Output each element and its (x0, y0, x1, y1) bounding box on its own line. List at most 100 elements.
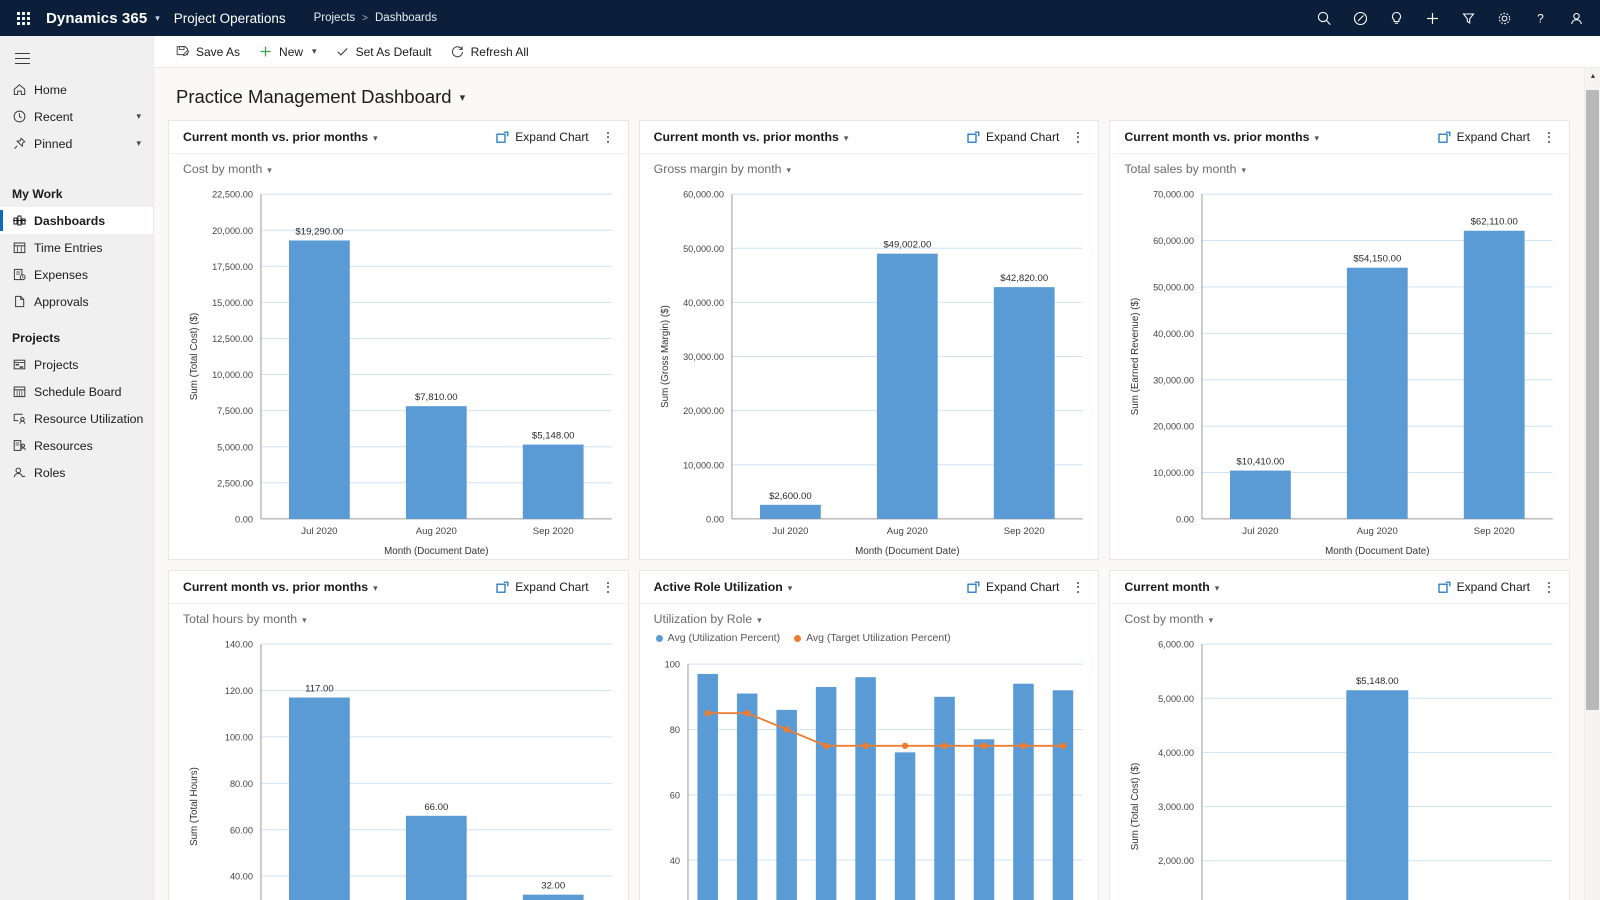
chart-point[interactable] (822, 742, 829, 750)
expand-chart-button[interactable]: Expand Chart (491, 577, 593, 597)
chevron-down-icon[interactable]: ▾ (1215, 583, 1220, 593)
expand-chart-button[interactable]: Expand Chart (962, 127, 1064, 147)
chart-bar[interactable] (933, 696, 955, 900)
chart-view-selector[interactable]: Total hours by month ▾ (183, 612, 618, 630)
chart-point[interactable] (980, 742, 987, 750)
more-commands-button[interactable] (598, 576, 618, 598)
chart-bar[interactable] (776, 709, 797, 900)
chart-bar[interactable] (1347, 267, 1409, 519)
chart-bar[interactable] (876, 253, 938, 519)
chart-bar[interactable] (405, 406, 467, 519)
sidebar-item-home[interactable]: Home (0, 76, 153, 103)
legend-item[interactable]: Avg (Utilization Percent) (655, 632, 780, 644)
chart-view-selector[interactable]: Cost by month ▾ (1124, 612, 1559, 630)
chart-view-selector[interactable]: Gross margin by month ▾ (654, 162, 1089, 180)
expand-chart-button[interactable]: Expand Chart (1433, 127, 1535, 147)
chart-card-title[interactable]: Current month vs. prior months ▾ (1124, 130, 1319, 144)
chart-view-selector[interactable]: Cost by month ▾ (183, 162, 618, 180)
more-commands-button[interactable] (1068, 126, 1088, 148)
save-as-button[interactable]: Save As (166, 37, 249, 67)
expand-chart-button[interactable]: Expand Chart (1433, 577, 1535, 597)
chart-point[interactable] (1019, 742, 1027, 750)
sidebar-item-pinned[interactable]: Pinned ▾ (0, 130, 153, 157)
chart-view-selector[interactable]: Utilization by Role ▾ (654, 612, 1089, 630)
chevron-down-icon[interactable]: ▾ (788, 583, 793, 593)
chart-bar[interactable] (894, 752, 915, 900)
legend-item[interactable]: Avg (Target Utilization Percent) (794, 632, 951, 644)
chart-view-selector[interactable]: Total sales by month ▾ (1124, 162, 1559, 180)
relevance-search-icon[interactable] (1342, 0, 1378, 36)
chart-bar[interactable] (1464, 230, 1525, 519)
chart-card-title[interactable]: Active Role Utilization ▾ (654, 580, 793, 594)
app-launcher-button[interactable] (0, 0, 46, 36)
brand-title[interactable]: Dynamics 365 (46, 10, 153, 27)
lightbulb-icon[interactable] (1378, 0, 1414, 36)
chart-bar[interactable] (288, 240, 350, 519)
expand-chart-button[interactable]: Expand Chart (491, 127, 593, 147)
sidebar-item-resource-utilization[interactable]: Resource Utilization (0, 405, 153, 432)
breadcrumb-item-projects[interactable]: Projects (314, 12, 356, 24)
chart-bar[interactable] (973, 739, 994, 900)
chart-point[interactable] (862, 742, 869, 750)
chevron-down-icon[interactable]: ▾ (136, 138, 141, 149)
sidebar-item-recent[interactable]: Recent ▾ (0, 103, 153, 130)
chevron-down-icon[interactable]: ▾ (153, 13, 174, 24)
scroll-up-arrow-icon[interactable]: ▲ (1585, 68, 1600, 84)
chevron-down-icon[interactable]: ▾ (844, 133, 849, 143)
chevron-down-icon[interactable]: ▾ (1241, 165, 1246, 175)
more-commands-button[interactable] (598, 126, 618, 148)
chart-card-title[interactable]: Current month vs. prior months ▾ (183, 580, 378, 594)
chevron-down-icon[interactable]: ▾ (312, 46, 317, 57)
chart-bar[interactable] (1052, 690, 1073, 900)
breadcrumb-item-dashboards[interactable]: Dashboards (375, 12, 437, 24)
chart-card-title[interactable]: Current month ▾ (1124, 580, 1219, 594)
chevron-down-icon[interactable]: ▾ (136, 111, 141, 122)
account-icon[interactable] (1558, 0, 1594, 36)
sidebar-item-projects[interactable]: Projects (0, 351, 153, 378)
sidebar-item-expenses[interactable]: Expenses (0, 261, 153, 288)
plus-icon[interactable] (1414, 0, 1450, 36)
chevron-down-icon[interactable]: ▾ (1314, 133, 1319, 143)
sidebar-item-resources[interactable]: Resources (0, 432, 153, 459)
sidebar-item-schedule-board[interactable]: Schedule Board (0, 378, 153, 405)
chart-point[interactable] (940, 742, 948, 750)
chart-bar[interactable] (1012, 683, 1034, 900)
refresh-all-button[interactable]: Refresh All (441, 37, 538, 67)
page-title[interactable]: Practice Management Dashboard ▾ (168, 82, 1570, 120)
more-commands-button[interactable] (1539, 126, 1559, 148)
chart-bar[interactable] (697, 673, 718, 900)
chart-bar[interactable] (993, 287, 1055, 519)
chart-bar[interactable] (854, 677, 876, 900)
chart-bar[interactable] (288, 697, 350, 900)
chevron-down-icon[interactable]: ▾ (460, 91, 466, 104)
chart-bar[interactable] (736, 693, 758, 900)
chart-card-title[interactable]: Current month vs. prior months ▾ (183, 130, 378, 144)
chevron-down-icon[interactable]: ▾ (373, 583, 378, 593)
chart-card-title[interactable]: Current month vs. prior months ▾ (654, 130, 849, 144)
chart-bar[interactable] (522, 444, 584, 519)
gear-icon[interactable] (1486, 0, 1522, 36)
expand-chart-button[interactable]: Expand Chart (962, 577, 1064, 597)
chart-point[interactable] (743, 709, 751, 717)
new-button[interactable]: New ▾ (249, 37, 326, 67)
chevron-down-icon[interactable]: ▾ (1209, 615, 1214, 625)
scrollbar-thumb[interactable] (1586, 90, 1599, 710)
sidebar-item-approvals[interactable]: Approvals (0, 288, 153, 315)
help-icon[interactable]: ? (1522, 0, 1558, 36)
sidebar-item-dashboards[interactable]: Dashboards (0, 207, 153, 234)
chevron-down-icon[interactable]: ▾ (267, 165, 272, 175)
chart-bar[interactable] (759, 504, 821, 519)
filter-icon[interactable] (1450, 0, 1486, 36)
chart-bar[interactable] (815, 686, 837, 900)
chart-bar[interactable] (1346, 690, 1409, 900)
chart-bar[interactable] (522, 894, 584, 900)
chevron-down-icon[interactable]: ▾ (302, 615, 307, 625)
chart-point[interactable] (901, 742, 908, 750)
chevron-down-icon[interactable]: ▾ (757, 615, 762, 625)
more-commands-button[interactable] (1068, 576, 1088, 598)
chart-point[interactable] (704, 709, 711, 717)
sidebar-item-roles[interactable]: Roles (0, 459, 153, 486)
sitemap-toggle-button[interactable] (2, 40, 42, 76)
chart-bar[interactable] (1230, 470, 1292, 519)
chevron-down-icon[interactable]: ▾ (786, 165, 791, 175)
